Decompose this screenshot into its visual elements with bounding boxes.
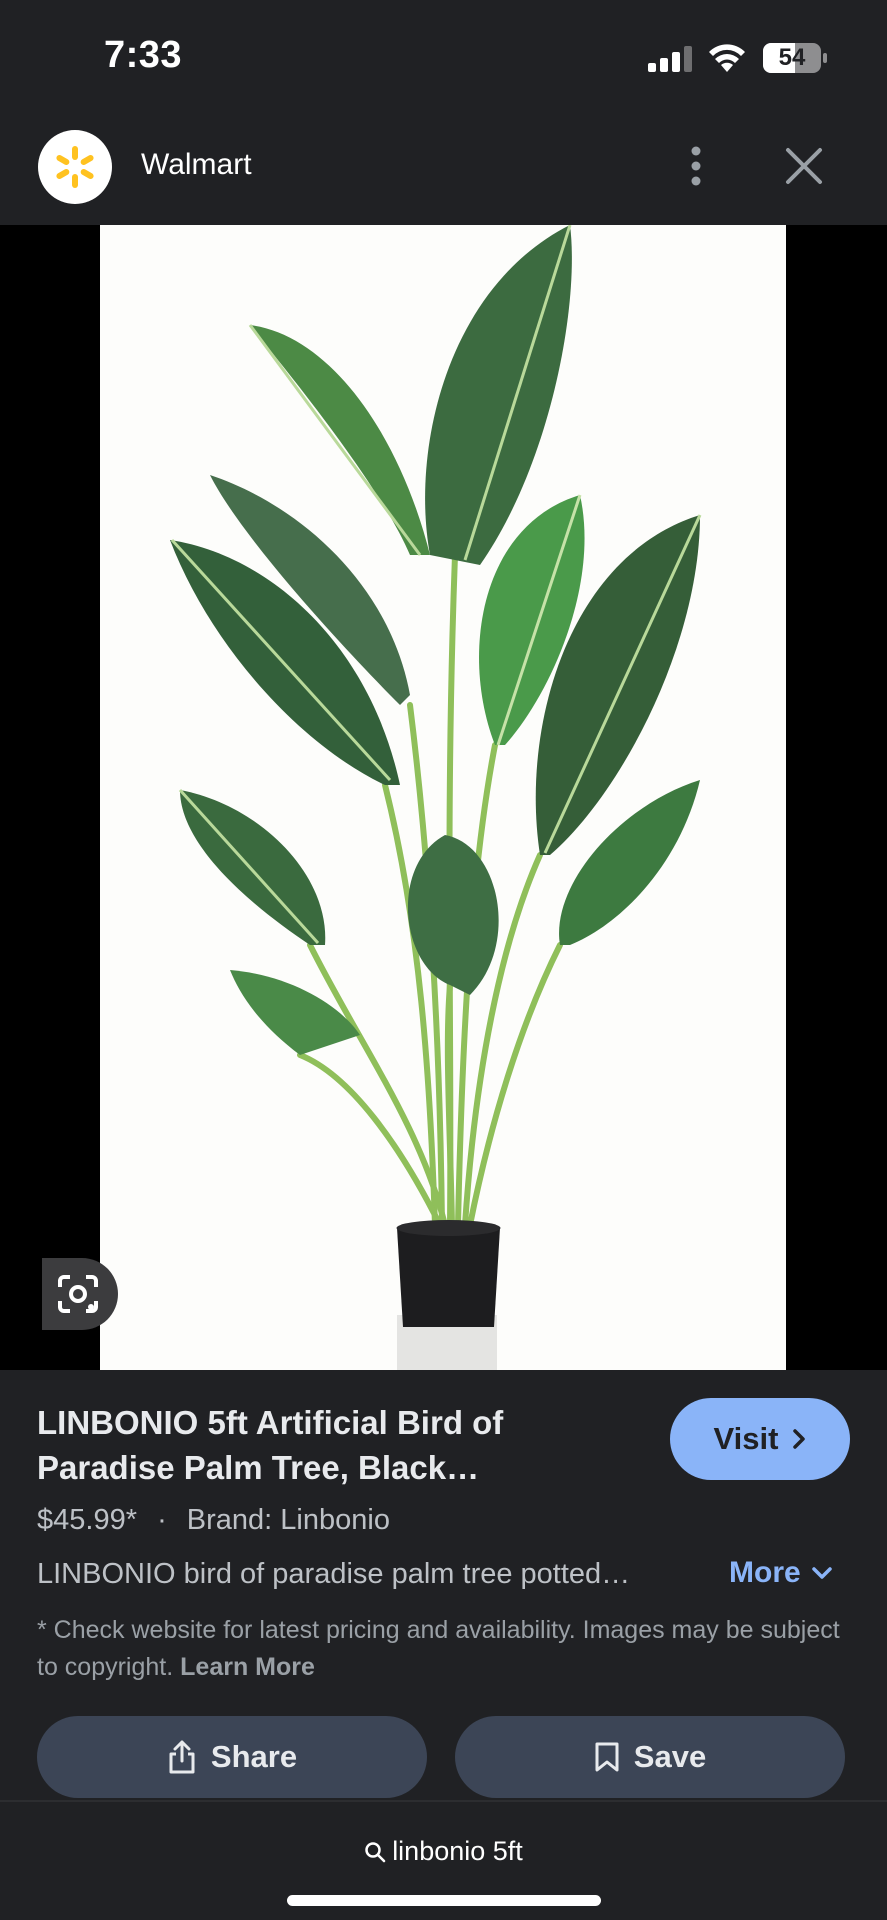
lens-button[interactable] xyxy=(42,1258,118,1330)
wifi-icon xyxy=(709,44,745,72)
share-label: Share xyxy=(210,1739,298,1774)
disclaimer: * Check website for latest pricing and a… xyxy=(37,1612,857,1686)
learn-more-link[interactable]: Learn More xyxy=(180,1653,315,1681)
search-query: linbonio 5ft xyxy=(392,1836,523,1866)
search-query-chip[interactable]: linbonio 5ft xyxy=(0,1836,887,1867)
source-header: Walmart xyxy=(0,118,887,225)
brand: Brand: Linbonio xyxy=(186,1504,390,1536)
image-viewer xyxy=(0,225,887,1370)
more-vert-icon[interactable] xyxy=(678,144,714,188)
close-icon[interactable] xyxy=(782,144,826,188)
product-title[interactable]: LINBONIO 5ft Artificial Bird of Paradise… xyxy=(37,1400,597,1490)
site-name[interactable]: Walmart xyxy=(141,148,252,182)
chevron-down-icon xyxy=(811,1567,832,1579)
more-button[interactable]: More xyxy=(729,1556,833,1590)
price: $45.99* xyxy=(37,1504,137,1536)
more-label: More xyxy=(729,1556,801,1589)
home-indicator[interactable] xyxy=(287,1895,601,1906)
visit-label: Visit xyxy=(713,1421,779,1456)
visit-button[interactable]: Visit xyxy=(670,1398,850,1480)
save-button[interactable]: Save xyxy=(455,1716,845,1798)
status-time: 7:33 xyxy=(104,34,183,76)
status-bar: 7:33 54 xyxy=(0,0,887,118)
bottom-bar: linbonio 5ft xyxy=(0,1800,887,1920)
battery-level: 54 xyxy=(778,44,806,71)
search-icon xyxy=(365,1841,386,1862)
chevron-right-icon xyxy=(793,1429,806,1449)
share-button[interactable]: Share xyxy=(37,1716,427,1798)
disclaimer-text: * Check website for latest pricing and a… xyxy=(37,1616,840,1681)
share-icon xyxy=(169,1740,195,1774)
product-details: LINBONIO 5ft Artificial Bird of Paradise… xyxy=(0,1370,887,1800)
product-description: LINBONIO bird of paradise palm tree pott… xyxy=(37,1558,631,1590)
walmart-logo-icon xyxy=(38,130,112,204)
signal-icon xyxy=(648,46,692,72)
lens-icon xyxy=(58,1275,98,1313)
save-label: Save xyxy=(633,1739,707,1774)
price-row: $45.99* · Brand: Linbonio xyxy=(37,1504,390,1537)
product-image[interactable] xyxy=(100,225,786,1370)
bookmark-icon xyxy=(595,1742,619,1772)
separator: · xyxy=(157,1504,167,1536)
